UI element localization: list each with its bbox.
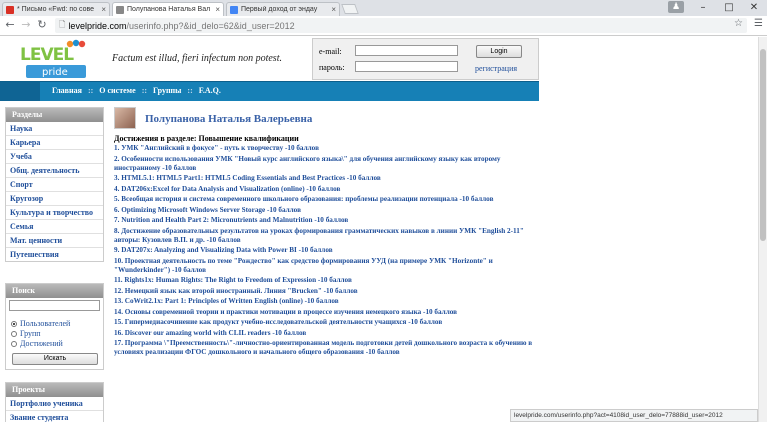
achievement-link[interactable]: 17. Программа \"Преемственность\"-личнос… — [114, 339, 534, 357]
projects-title: Проекты — [6, 383, 103, 397]
site-logo[interactable]: LEVEL pride — [18, 39, 98, 83]
achievement-link[interactable]: 15. Гипермедиасочинение как продукт учеб… — [114, 318, 534, 327]
achievement-link[interactable]: 6. Optimizing Microsoft Windows Server S… — [114, 206, 534, 215]
browser-toolbar: ← → ↻ 🗋 levelpride.com/userinfo.php?&id_… — [0, 16, 767, 36]
status-bar: levelpride.com/userinfo.php?act=4108id_u… — [510, 409, 758, 422]
sections-title: Разделы — [6, 108, 103, 122]
maximize-button[interactable]: □ — [716, 0, 742, 16]
tab-close-icon[interactable]: × — [331, 5, 336, 14]
achievement-link[interactable]: 7. Nutrition and Health Part 2: Micronut… — [114, 216, 534, 225]
search-title: Поиск — [6, 284, 103, 298]
tab-title: Полупанова Наталья Вал — [127, 6, 211, 13]
password-input[interactable] — [355, 61, 458, 72]
globe-favicon-icon — [230, 5, 238, 14]
sidebar-item[interactable]: Наука — [6, 122, 103, 136]
sections-panel: Разделы Наука Карьера Учеба Общ. деятельнос… — [5, 107, 104, 262]
radio-selected-icon — [11, 320, 17, 327]
search-panel: Поиск Пользователей Групп Достижений Иск… — [5, 283, 104, 370]
radio-achievements[interactable]: Достижений — [11, 339, 63, 348]
browser-window: * Письмо «Fwd: по сове × Полупанова Ната… — [0, 0, 767, 422]
tab-income[interactable]: Первый доход от эндау × — [226, 2, 340, 16]
nav-about[interactable]: О системе — [99, 86, 135, 95]
sidebar-item[interactable]: Общ. деятельность — [6, 164, 103, 178]
sidebar-item[interactable]: Семья — [6, 220, 103, 234]
achievement-link[interactable]: 1. УМК "Английский в фокусе" - путь к тв… — [114, 144, 534, 153]
page-info-icon[interactable]: 🗋 — [59, 19, 65, 33]
nav-groups[interactable]: Группы — [153, 86, 181, 95]
password-label: пароль: — [319, 63, 345, 72]
address-bar[interactable]: 🗋 levelpride.com/userinfo.php?&id_delo=6… — [55, 18, 747, 33]
achievement-link[interactable]: 10. Проектная деятельность по теме "Рожд… — [114, 257, 534, 275]
url-path: /userinfo.php?&id_delo=62&id_user=2012 — [126, 20, 295, 31]
sidebar-item[interactable]: Спорт — [6, 178, 103, 192]
achievement-link[interactable]: 14. Основы современной теории и практики… — [114, 308, 534, 317]
register-link[interactable]: регистрация — [475, 64, 517, 73]
sidebar-item[interactable]: Карьера — [6, 136, 103, 150]
menu-icon[interactable]: ☰ — [754, 18, 763, 29]
achievement-link[interactable]: 4. DAT206x:Excel for Data Analysis and V… — [114, 185, 534, 194]
achievements-list: 1. УМК "Английский в фокусе" - путь к тв… — [114, 144, 534, 359]
nav-faq[interactable]: F.A.Q. — [199, 86, 221, 95]
achievements-header: Достижения в разделе: Повышение квалифик… — [114, 134, 299, 143]
achievement-link[interactable]: 2. Особенности использования УМК "Новый … — [114, 155, 534, 173]
sidebar-item[interactable]: Культура и творчество — [6, 206, 103, 220]
url-domain: levelpride.com — [68, 20, 127, 31]
sidebar-item[interactable]: Кругозор — [6, 192, 103, 206]
minimize-button[interactable]: – — [690, 0, 716, 16]
email-input[interactable] — [355, 45, 458, 56]
projects-panel: Проекты Портфолио ученика Звание студента — [5, 382, 104, 422]
page-favicon-icon — [116, 5, 124, 14]
vertical-scrollbar[interactable] — [758, 37, 767, 422]
search-button[interactable]: Искать — [12, 353, 98, 365]
reload-icon[interactable]: ↻ — [35, 18, 49, 32]
site-tagline: Factum est illud, fieri infectum non pot… — [112, 53, 282, 64]
achievement-link[interactable]: 5. Всеобщая история и система современно… — [114, 195, 534, 204]
radio-groups[interactable]: Групп — [11, 329, 41, 338]
sidebar-item[interactable]: Звание студента — [6, 411, 103, 422]
avatar[interactable] — [114, 107, 136, 129]
radio-icon — [11, 330, 17, 337]
tab-close-icon[interactable]: × — [215, 5, 220, 14]
tab-close-icon[interactable]: × — [101, 5, 106, 14]
sidebar-item[interactable]: Учеба — [6, 150, 103, 164]
sidebar-item[interactable]: Путешествия — [6, 248, 103, 261]
sidebar-item[interactable]: Портфолио ученика — [6, 397, 103, 411]
main-nav: Главная:: О системе:: Группы:: F.A.Q. — [0, 81, 539, 101]
achievement-link[interactable]: 3. HTML5.1: HTML5 Part1: HTML5 Coding Es… — [114, 174, 534, 183]
search-input[interactable] — [9, 300, 100, 311]
page-title: Полупанова Наталья Валерьевна — [145, 113, 313, 125]
user-profile-icon[interactable]: ♟ — [668, 1, 684, 13]
tab-strip: * Письмо «Fwd: по сове × Полупанова Ната… — [0, 0, 767, 16]
login-box: e-mail: пароль: Login регистрация — [312, 38, 539, 80]
back-arrow-icon[interactable]: ← — [3, 18, 17, 32]
achievement-link[interactable]: 16. Discover our amazing world with CLIL… — [114, 329, 534, 338]
close-window-button[interactable]: ✕ — [741, 0, 767, 16]
achievement-link[interactable]: 9. DAT207x: Analyzing and Visualizing Da… — [114, 246, 534, 255]
achievement-link[interactable]: 12. Немецкий язык как второй иностранный… — [114, 287, 534, 296]
logo-pride-text: pride — [42, 67, 68, 78]
tab-email[interactable]: * Письмо «Fwd: по сове × — [2, 2, 110, 16]
bookmark-star-icon[interactable]: ☆ — [734, 18, 743, 29]
achievement-link[interactable]: 8. Достижение образовательных результато… — [114, 227, 534, 245]
achievement-link[interactable]: 11. Rights1x: Human Rights: The Right to… — [114, 276, 534, 285]
nav-home[interactable]: Главная — [52, 86, 82, 95]
login-button[interactable]: Login — [476, 45, 522, 58]
email-label: e-mail: — [319, 47, 342, 56]
web-page: LEVEL pride Factum est illud, fieri infe… — [0, 37, 758, 422]
logo-level-text: LEVEL — [20, 45, 74, 65]
radio-users[interactable]: Пользователей — [11, 319, 70, 328]
forward-arrow-icon[interactable]: → — [19, 18, 33, 32]
mail-favicon-icon — [6, 5, 14, 14]
radio-icon — [11, 340, 17, 347]
scrollbar-thumb[interactable] — [760, 49, 766, 241]
sidebar-item[interactable]: Мат. ценности — [6, 234, 103, 248]
tab-title: * Письмо «Fwd: по сове — [17, 6, 95, 13]
tab-title: Первый доход от эндау — [241, 6, 318, 13]
new-tab-button[interactable] — [341, 4, 359, 14]
tab-profile[interactable]: Полупанова Наталья Вал × — [112, 2, 224, 16]
achievement-link[interactable]: 13. CoWrit2.1x: Part 1: Principles of Wr… — [114, 297, 534, 306]
